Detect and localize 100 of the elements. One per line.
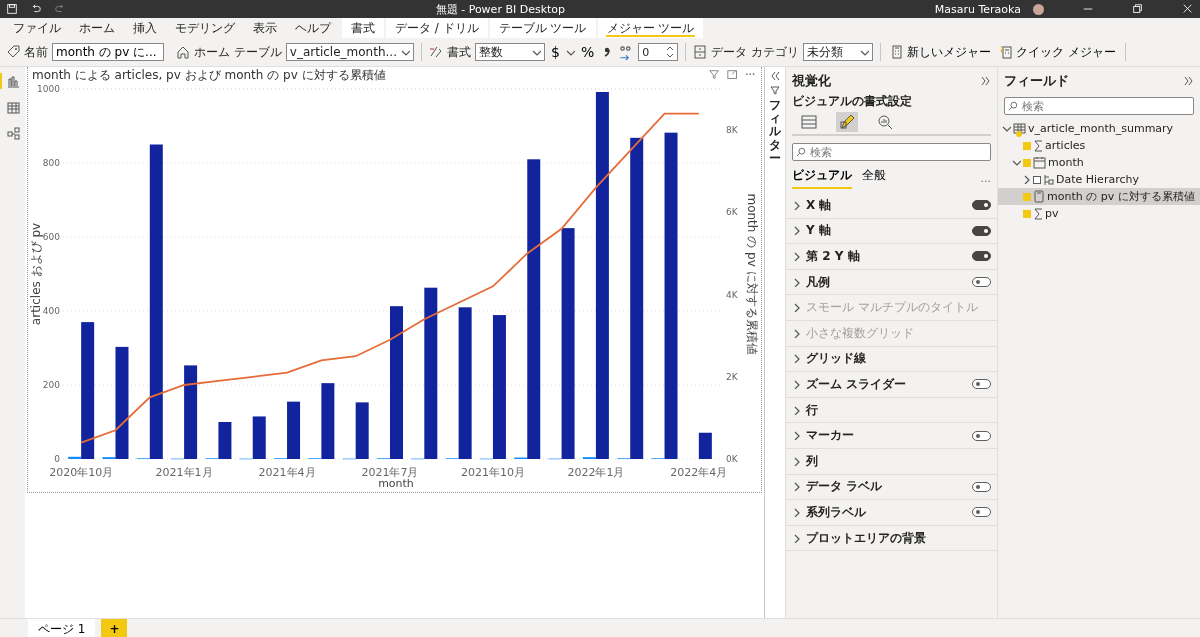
expand-icon [981, 76, 991, 86]
ribbon-tab[interactable]: 挿入 [124, 18, 166, 38]
format-section[interactable]: グリッド線 [786, 346, 997, 373]
bar[interactable] [149, 144, 163, 459]
axis-tick-label: 1000 [37, 84, 60, 94]
bar[interactable] [561, 228, 575, 459]
toggle-switch[interactable] [972, 277, 991, 288]
add-page-button[interactable]: + [101, 619, 128, 637]
filter-icon [709, 69, 721, 81]
field-item[interactable]: month の pv に対する累積値 [998, 188, 1200, 205]
calculator-icon [1033, 190, 1045, 203]
expand-icon [792, 252, 801, 261]
ribbon-tab[interactable]: ヘルプ [286, 18, 340, 38]
bar[interactable] [355, 402, 369, 459]
bar[interactable] [252, 416, 266, 459]
fields-tab[interactable] [798, 112, 820, 132]
format-section[interactable]: 行 [786, 397, 997, 424]
sigma-icon [1033, 207, 1043, 220]
focus-icon [727, 69, 739, 81]
axis-tick-label: 2021年1月 [155, 466, 213, 479]
format-section[interactable]: Y 軸 [786, 218, 997, 245]
ribbon-tab[interactable]: 書式 [342, 18, 384, 38]
ribbon-tab[interactable]: データ / ドリル [386, 18, 488, 38]
format-section[interactable]: 系列ラベル [786, 500, 997, 526]
axis-tick-label: 8K [726, 125, 738, 136]
currency-button[interactable]: $ [548, 44, 562, 60]
toggle-switch[interactable] [972, 507, 991, 518]
bar[interactable] [458, 307, 472, 459]
axis-tick-label: 2021年4月 [258, 466, 316, 479]
avatar[interactable] [1033, 3, 1044, 15]
ribbon-tab[interactable]: モデリング [166, 18, 244, 38]
format-section[interactable]: マーカー [786, 423, 997, 449]
data-category-dropdown[interactable]: 未分類 [803, 43, 874, 61]
field-item[interactable]: month [998, 154, 1200, 171]
expand-icon [792, 507, 801, 517]
pane-tab[interactable]: ビジュアル [792, 167, 852, 189]
ribbon-tab[interactable]: 表示 [244, 18, 286, 38]
paintbrush-tab[interactable] [836, 112, 858, 132]
bar[interactable] [527, 159, 541, 459]
page-tab[interactable]: ページ 1 [28, 619, 96, 637]
home-table-label: ホーム テーブル [194, 43, 282, 61]
pane-tab[interactable]: 全般 [862, 167, 886, 189]
bar[interactable] [81, 322, 95, 459]
ribbon-tab[interactable]: メジャー ツール [597, 18, 704, 38]
pane-title: 視覚化 [792, 72, 831, 90]
axis-tick-label: 6K [726, 207, 738, 218]
format-section[interactable]: 列 [786, 448, 997, 475]
field-item[interactable]: pv [998, 205, 1200, 222]
bar[interactable] [218, 422, 232, 459]
home-table-dropdown[interactable]: v_article_month... [285, 43, 414, 61]
field-item[interactable]: articles [998, 137, 1200, 154]
field-item[interactable]: v_article_month_summary [998, 120, 1200, 137]
toggle-switch[interactable] [972, 481, 991, 492]
format-section[interactable]: 凡例 [786, 269, 997, 296]
bar[interactable] [424, 287, 438, 459]
search-field[interactable]: 検索 [1004, 97, 1194, 115]
line-series[interactable] [80, 112, 700, 444]
toggle-switch[interactable] [972, 225, 991, 236]
checkbox[interactable] [1033, 175, 1041, 184]
format-section[interactable]: 第 2 Y 軸 [786, 244, 997, 270]
format-section[interactable]: データ ラベル [786, 474, 997, 501]
format-section[interactable]: ズーム スライダー [786, 372, 997, 398]
undo-icon [30, 3, 42, 15]
format-dropdown[interactable]: 整数 [474, 43, 545, 61]
format-section[interactable]: X 軸 [786, 193, 997, 219]
percent-button[interactable]: % [578, 44, 597, 60]
bar[interactable] [595, 91, 609, 459]
format-label: 書式 [446, 43, 471, 61]
more-options[interactable]: ... [980, 171, 991, 185]
quick-measure-button[interactable]: クイック メジャー [997, 43, 1118, 61]
data-category-label: データ カテゴリ [711, 43, 800, 61]
format-section[interactable]: プロットエリアの背景 [786, 525, 997, 552]
toggle-switch[interactable] [972, 430, 991, 441]
model-icon [7, 126, 20, 140]
table-icon [1013, 122, 1026, 135]
name-field[interactable]: month の pv に... [52, 43, 164, 61]
field-name: month [1048, 156, 1084, 169]
toggle-switch[interactable] [972, 379, 991, 390]
toggle-switch[interactable] [972, 251, 991, 262]
new-measure-button[interactable]: 新しいメジャー [888, 43, 994, 61]
calendar-icon [1033, 156, 1046, 169]
ribbon-tab[interactable]: ファイル [4, 18, 70, 38]
bar[interactable] [287, 401, 301, 459]
bar[interactable] [630, 137, 644, 459]
restore-icon [1132, 3, 1144, 15]
bar[interactable] [184, 365, 198, 459]
toggle-switch[interactable] [972, 200, 991, 211]
ribbon-tab[interactable]: テーブル ツール [489, 18, 596, 38]
expand-icon [792, 379, 801, 389]
field-item[interactable]: Date Hierarchy [998, 171, 1200, 188]
filter-pane-label[interactable]: フィルター [769, 99, 781, 165]
bar[interactable] [68, 456, 82, 459]
bar[interactable] [321, 383, 335, 459]
expand-icon [792, 328, 801, 338]
axis-tick-label: 400 [42, 306, 60, 316]
bar[interactable] [698, 432, 712, 459]
bar[interactable] [492, 315, 506, 459]
search-field[interactable]: 検索 [792, 143, 991, 161]
ribbon-tab[interactable]: ホーム [70, 18, 124, 38]
decimal-places-field[interactable]: 0 [638, 43, 679, 61]
